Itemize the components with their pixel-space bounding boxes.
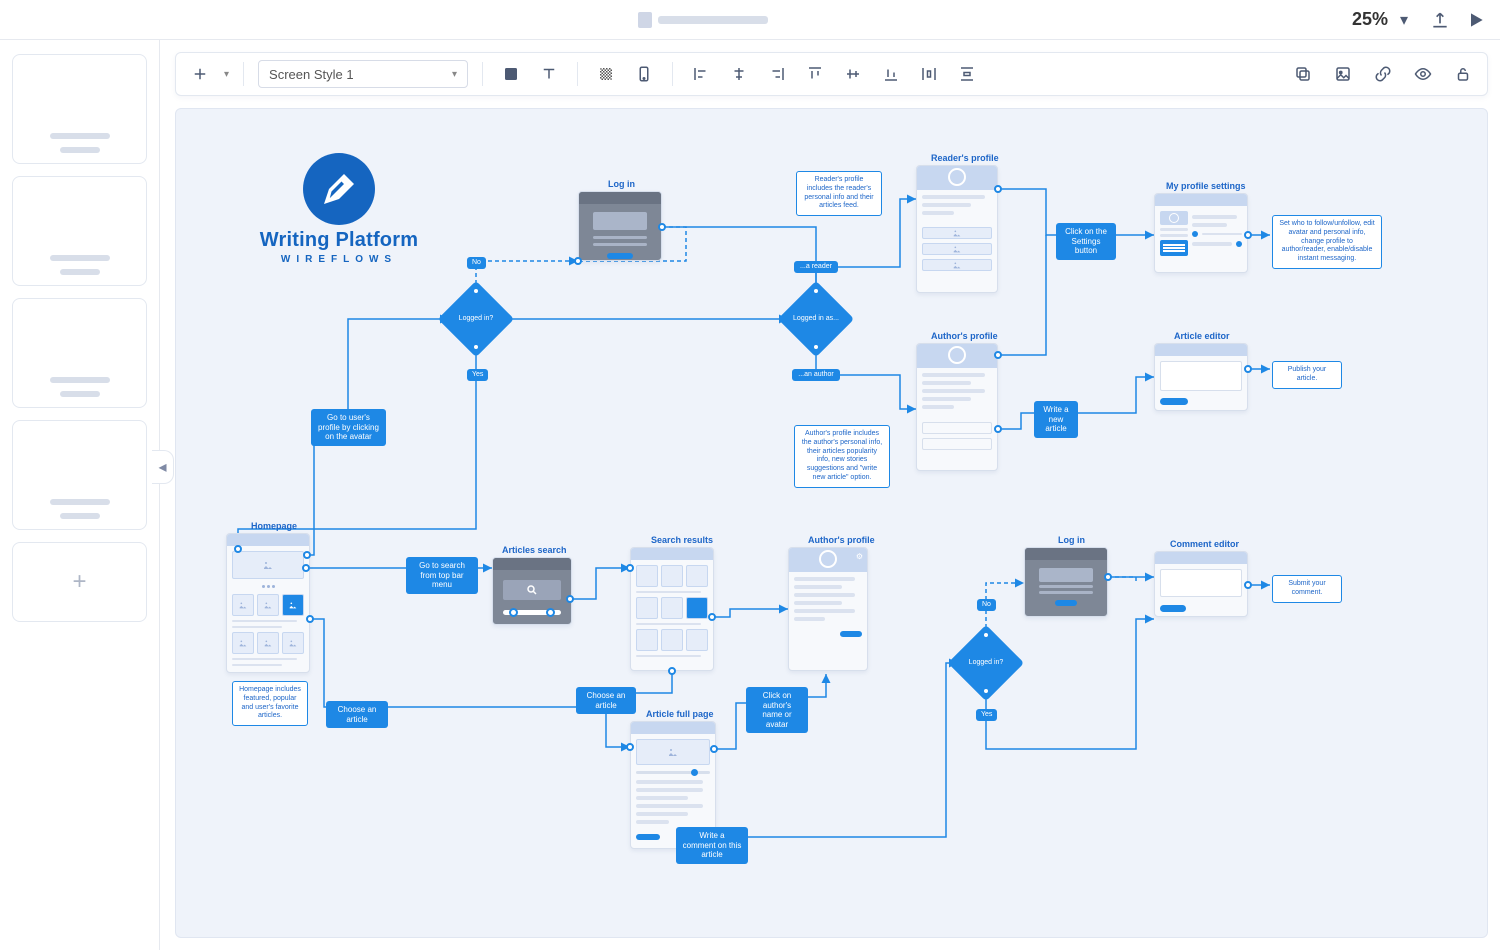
screen-login-top[interactable]	[578, 191, 662, 261]
chevron-down-icon: ▾	[1394, 10, 1414, 30]
component-color-button[interactable]	[497, 60, 525, 88]
action-goto-search[interactable]: Go to search from top bar menu	[406, 557, 478, 594]
screen-label: Article full page	[646, 709, 714, 719]
add-element-button[interactable]	[186, 60, 214, 88]
screen-homepage[interactable]	[226, 533, 310, 673]
screen-articles-search[interactable]	[492, 557, 572, 625]
align-top-button[interactable]	[801, 60, 829, 88]
document-icon	[638, 12, 652, 28]
page-thumb-4[interactable]	[12, 420, 147, 530]
screen-article-editor[interactable]	[1154, 343, 1248, 411]
action-click-author[interactable]: Click on author's name or avatar	[746, 687, 808, 733]
screen-label: Comment editor	[1170, 539, 1239, 549]
pages-panel: + ◂	[0, 40, 160, 950]
project-logo: Writing Platform WIREFLOWS	[234, 153, 444, 265]
screen-label: Log in	[1058, 535, 1085, 545]
image-button[interactable]	[1329, 60, 1357, 88]
action-choose-article1[interactable]: Choose an article	[326, 701, 388, 728]
action-settings[interactable]: Click on the Settings button	[1056, 223, 1116, 260]
screen-label: Homepage	[251, 521, 297, 531]
main-toolbar: ▾ Screen Style 1 ▾	[175, 52, 1488, 96]
action-choose-article2[interactable]: Choose an article	[576, 687, 636, 714]
page-thumb-3[interactable]	[12, 298, 147, 408]
align-center-v-button[interactable]	[839, 60, 867, 88]
tip-reader-profile: Reader's profile includes the reader's p…	[796, 171, 882, 216]
chevron-down-icon[interactable]: ▾	[224, 69, 229, 80]
screen-label: Author's profile	[931, 331, 998, 341]
chevron-down-icon: ▾	[452, 69, 457, 80]
action-write-comment[interactable]: Write a comment on this article	[676, 827, 748, 864]
link-button[interactable]	[1369, 60, 1397, 88]
screen-authors-profile2[interactable]: ⚙	[788, 547, 868, 671]
play-icon[interactable]	[1466, 10, 1486, 30]
zoom-level: 25%	[1352, 9, 1388, 30]
distribute-h-button[interactable]	[915, 60, 943, 88]
canvas[interactable]: Writing Platform WIREFLOWS Log in Logged…	[175, 108, 1488, 938]
screen-authors-profile[interactable]	[916, 343, 998, 471]
add-page-button[interactable]: +	[12, 542, 147, 622]
screen-readers-profile[interactable]	[916, 165, 998, 293]
screen-label: Articles search	[502, 545, 567, 555]
align-right-button[interactable]	[763, 60, 791, 88]
screen-label: Article editor	[1174, 331, 1230, 341]
screen-search-results[interactable]	[630, 547, 714, 671]
pen-icon	[303, 153, 375, 225]
decision-label: Logged in?	[959, 659, 1013, 667]
duplicate-button[interactable]	[1289, 60, 1317, 88]
screen-label: Author's profile	[808, 535, 875, 545]
action-goto-profile[interactable]: Go to user's profile by clicking on the …	[311, 409, 386, 446]
logo-subtitle: WIREFLOWS	[234, 254, 444, 265]
action-write-article[interactable]: Write a new article	[1034, 401, 1078, 438]
preview-button[interactable]	[1409, 60, 1437, 88]
collapse-panel-button[interactable]: ◂	[152, 450, 174, 484]
logo-title: Writing Platform	[234, 229, 444, 252]
decision-label: Logged in?	[449, 315, 503, 323]
tip-profile-settings: Set who to follow/unfollow, edit avatar …	[1272, 215, 1382, 269]
share-icon[interactable]	[1430, 10, 1450, 30]
screen-label: Search results	[651, 535, 713, 545]
screen-label: Reader's profile	[931, 153, 999, 163]
tip-homepage: Homepage includes featured, popular and …	[232, 681, 308, 726]
align-left-button[interactable]	[687, 60, 715, 88]
pattern-fill-button[interactable]	[592, 60, 620, 88]
page-thumb-1[interactable]	[12, 54, 147, 164]
branch-yes: Yes	[976, 709, 997, 721]
distribute-v-button[interactable]	[953, 60, 981, 88]
style-select[interactable]: Screen Style 1 ▾	[258, 60, 468, 88]
document-title[interactable]	[638, 12, 768, 28]
align-center-h-button[interactable]	[725, 60, 753, 88]
document-name-placeholder	[658, 16, 768, 24]
device-preview-button[interactable]	[630, 60, 658, 88]
style-select-label: Screen Style 1	[269, 67, 354, 82]
branch-reader: ...a reader	[794, 261, 838, 273]
branch-yes: Yes	[467, 369, 488, 381]
tip-author-profile: Author's profile includes the author's p…	[794, 425, 890, 488]
zoom-control[interactable]: 25% ▾	[1352, 9, 1414, 30]
lock-button[interactable]	[1449, 60, 1477, 88]
screen-comment-editor[interactable]	[1154, 551, 1248, 617]
decision-label: Logged in as...	[789, 315, 843, 323]
screen-label: Log in	[608, 179, 635, 189]
branch-no: No	[977, 599, 996, 611]
screen-login-bottom[interactable]	[1024, 547, 1108, 617]
app-titlebar: 25% ▾	[0, 0, 1500, 40]
screen-label: My profile settings	[1166, 181, 1246, 191]
branch-author: ...an author	[792, 369, 840, 381]
align-bottom-button[interactable]	[877, 60, 905, 88]
page-thumb-2[interactable]	[12, 176, 147, 286]
branch-no: No	[467, 257, 486, 269]
tip-submit-comment: Submit your comment.	[1272, 575, 1342, 603]
text-tool-button[interactable]	[535, 60, 563, 88]
screen-profile-settings[interactable]	[1154, 193, 1248, 273]
tip-publish: Publish your article.	[1272, 361, 1342, 389]
